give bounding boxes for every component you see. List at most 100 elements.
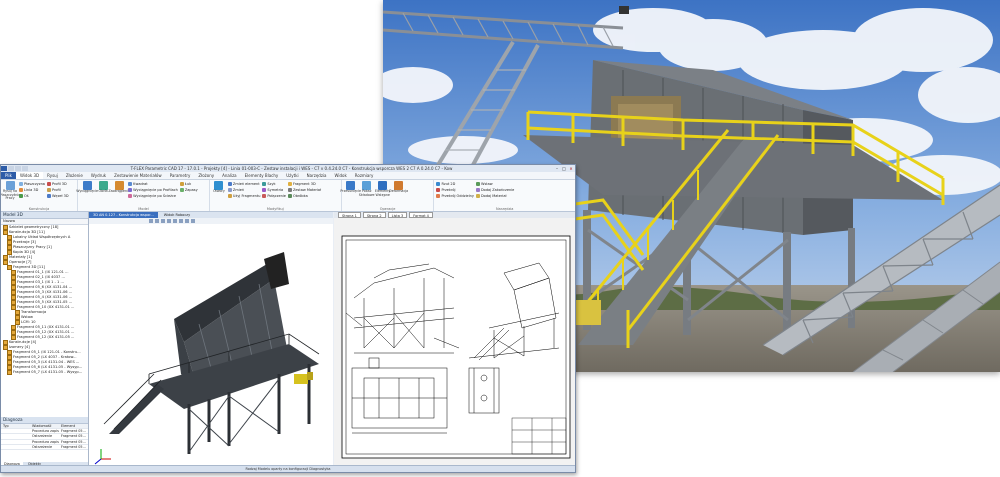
render-icon[interactable] (173, 219, 177, 223)
line3d-button[interactable]: Linia 3D (19, 187, 45, 192)
allowance-icon (179, 187, 184, 192)
ribbon: Rysuj na Płaszczyźnie Pracy Płaszczyzna … (1, 180, 575, 212)
zoom-icon[interactable] (149, 219, 153, 223)
pattern-button[interactable]: Szyk (262, 181, 286, 186)
tree-item-label: Konstrukcje [4] (9, 340, 37, 345)
diagnostics-cell: Procedura zapis... (32, 429, 59, 434)
change-button[interactable]: Zmień (227, 187, 261, 192)
arc-icon (179, 181, 184, 186)
symmetry-button[interactable]: Symetria (262, 187, 286, 192)
tab-12[interactable]: Widok (331, 172, 351, 179)
allowance-button[interactable]: Zapasy (179, 187, 198, 192)
tree-item[interactable]: Fragment 05_2 (LX 4037 - Kratow... (1, 355, 88, 360)
tab-10[interactable]: Użytki (282, 172, 302, 179)
section-icon (436, 193, 441, 198)
sweep-button[interactable]: Wyciągnięcie po Ścieżce (128, 193, 178, 198)
square-button[interactable]: Kwadrat (128, 181, 178, 186)
cad-window: T-FLEX Parametric CAD 17 - 17.0.1 - Proj… (0, 164, 576, 473)
tab-8[interactable]: Analiza (218, 172, 241, 179)
initial-elements-button[interactable]: Elementy Wstępne (375, 181, 391, 210)
camera-icon[interactable] (191, 219, 195, 223)
tree-item-label: Transformacja (21, 310, 47, 315)
extrusion-button[interactable]: Wyciągnięcie (76, 181, 98, 210)
tab-3[interactable]: Złożenie (62, 172, 87, 179)
tree-item-label: Materiały [1] (9, 255, 32, 260)
node-icon (46, 193, 51, 198)
diagnostics-cell (1, 440, 30, 444)
arc-button[interactable]: Łuk (179, 181, 198, 186)
move-button[interactable]: Przesunięcie (340, 181, 361, 210)
show-components-button[interactable]: Pokaż Składowe (359, 181, 375, 210)
insert-button[interactable]: Wstaw (475, 181, 514, 186)
machining-button[interactable]: Obróbka (287, 193, 321, 198)
holes-button[interactable]: Otwory (212, 181, 226, 210)
use-fragment-button[interactable]: Użyj Fragmentu (227, 193, 260, 198)
connection-button[interactable]: Połączenie (262, 193, 286, 198)
minimize-button[interactable]: – (554, 166, 560, 171)
material-set-button[interactable]: Zestaw Materiał (287, 187, 321, 192)
tree-item[interactable]: Fragment 05_3 (LX 4131-04 - WES ... (1, 360, 88, 365)
drawing-sheet-view[interactable]: Strona 1 Strona 2 Lista 3 Format 4 (334, 212, 575, 467)
undo-icon[interactable] (15, 166, 21, 171)
tab-0[interactable]: Plik (1, 172, 16, 179)
sketch-on-workplane-button[interactable]: Rysuj na Płaszczyźnie Pracy (1, 181, 20, 210)
tree-item-label: Kopia 3D [4] (13, 250, 36, 255)
change-element-button[interactable]: Zmień element (227, 181, 261, 186)
section-button[interactable]: Przekrój (436, 187, 474, 192)
save-icon[interactable] (8, 166, 14, 171)
tab-5[interactable]: Zestawienie Materiałów (110, 172, 166, 179)
diagnostics-row[interactable]: Ostrzeżenie Fragment 05... (1, 445, 88, 451)
tab-4[interactable]: Wydruk (87, 172, 110, 179)
tree-item[interactable]: Fragment 05_1 (IX 121-01 - Konstru... (1, 350, 88, 355)
material-icon (287, 187, 292, 192)
loft-button[interactable]: Wyciągnięcie po Profilach (128, 187, 178, 192)
app-logo-icon (1, 166, 7, 171)
axis-button[interactable]: Oś (19, 193, 45, 198)
tree-item-label: Operacje [7] (9, 260, 32, 265)
add-material-button[interactable]: Dodaj Materiał (475, 193, 514, 198)
fragment3d-button[interactable]: Fragment 3D (287, 181, 321, 186)
tab-2[interactable]: Rysuj (43, 172, 62, 179)
tab-7[interactable]: Złożony (194, 172, 218, 179)
tree-item[interactable]: Fragment 05_6 (LX 4131-05 - Wysyp... (1, 365, 88, 370)
model-tree-panel: Model 3D Nazwa Szkielet geometryczny [18… (1, 212, 89, 467)
diagnostics-cell: Fragment 05... (61, 434, 86, 439)
fillet-button[interactable]: Zaokrąglenie (108, 181, 130, 210)
fit-icon[interactable] (167, 219, 171, 223)
title-bar: T-FLEX Parametric CAD 17 - 17.0.1 - Proj… (1, 165, 575, 172)
close-button[interactable]: × (568, 166, 574, 171)
section-icon[interactable] (179, 219, 183, 223)
profile-button[interactable]: Profil (46, 187, 69, 192)
edit-icon (227, 187, 232, 192)
rotation-button[interactable]: Obrót (96, 181, 110, 210)
folder-icon (7, 370, 12, 375)
tree-item-label: Fragment 02_1 (IX 4037 ... (17, 275, 65, 280)
add-end-button[interactable]: Dodaj Zakończenie (475, 187, 514, 192)
diagnostics-cell: Procedura zapis... (32, 439, 59, 444)
ribbon-group-operacje: Przesunięcie Pokaż Składowe Elementy Wst… (340, 180, 435, 211)
diagnostics-panel: Diagnoza Typ Wiadomość Element Procedura… (1, 417, 88, 467)
tab-13[interactable]: Rozmiary (351, 172, 378, 179)
tree-item-label: Fragment 3D [11] (13, 265, 45, 270)
tree-item[interactable]: Fragment 05_7 (LX 4131-05 - Wysyp... (1, 370, 88, 375)
redo-icon[interactable] (22, 166, 28, 171)
tab-11[interactable]: Narzędzia (303, 172, 331, 179)
tab-6[interactable]: Parametry (166, 172, 195, 179)
workplane-button[interactable]: Płaszczyzna (19, 181, 45, 186)
view-3d[interactable]: 3D AN 0.127 - Konstrukcja wspor... Widok… (89, 212, 333, 467)
tab-3d-model[interactable]: 3D AN 0.127 - Konstrukcja wspor... (89, 212, 158, 218)
material-icon (475, 193, 480, 198)
light-icon[interactable] (185, 219, 189, 223)
deformation-button[interactable]: Deformacja (389, 181, 408, 210)
tab-9[interactable]: Elementy Blachy (241, 172, 283, 179)
pan-icon[interactable] (155, 219, 159, 223)
projection2d-button[interactable]: Rzut 2D (436, 181, 474, 186)
maximize-button[interactable]: □ (561, 166, 567, 171)
tab-1[interactable]: Widok 3D (15, 172, 44, 179)
node3d-button[interactable]: Węzeł 3D (46, 193, 69, 198)
rotate-icon[interactable] (161, 219, 165, 223)
profile3d-button[interactable]: Profil 3D (46, 181, 69, 186)
machining-icon (287, 193, 292, 198)
tab-work-view[interactable]: Widok Roboczy (160, 212, 194, 218)
separate-section-button[interactable]: Przekrój Oddzielny (436, 193, 474, 198)
